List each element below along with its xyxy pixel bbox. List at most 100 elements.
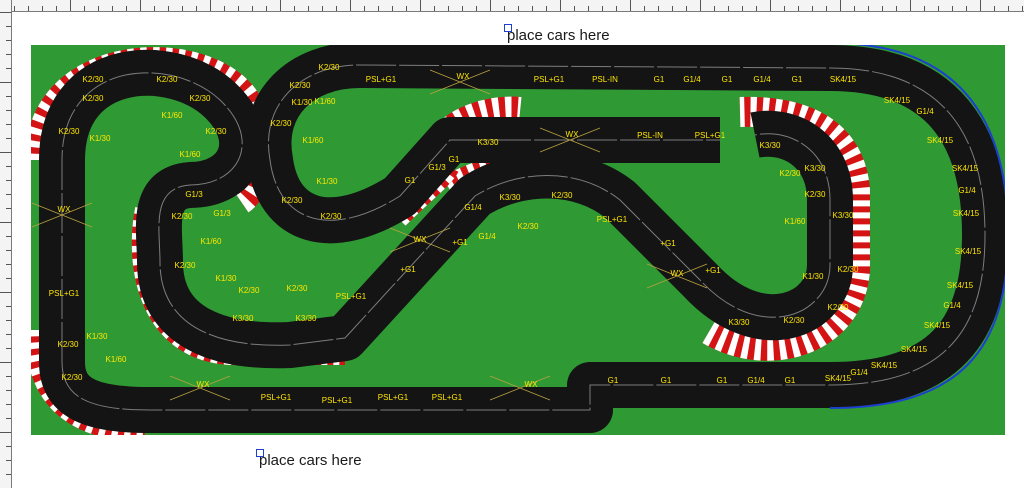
track-piece-label: K3/30 (478, 138, 499, 147)
track-piece-label: WX (414, 235, 428, 244)
track-piece-label: K1/30 (216, 274, 237, 283)
track-piece-label: WX (457, 72, 471, 81)
track-piece-label: +G1 (452, 238, 468, 247)
track-piece-label: SK4/15 (825, 374, 852, 383)
track-piece-label: PSL-IN (592, 75, 618, 84)
track-piece-label: PSL+G1 (432, 393, 463, 402)
track-piece-label: G1 (449, 155, 460, 164)
track-piece-label: SK4/15 (955, 247, 982, 256)
track-piece-label: G1 (717, 376, 728, 385)
track-layout-canvas[interactable]: K2/30 K2/30K2/30 K2/30K2/30K1/60K1/30K1/60… (0, 0, 1024, 488)
track-piece-label: +G1 (705, 266, 721, 275)
track-piece-label: G1 (661, 376, 672, 385)
track-piece-label: K2/30 (321, 212, 342, 221)
track-piece-label: G1/3 (213, 209, 231, 218)
track-piece-label: PSL+G1 (378, 393, 409, 402)
track-piece-label: K2/30 (206, 127, 227, 136)
track-piece-label: PSL+G1 (261, 393, 292, 402)
track-piece-label: K2/30 (805, 190, 826, 199)
bottom-place-cars-label: place cars here (259, 452, 362, 469)
track-piece-label: K1/60 (315, 97, 336, 106)
track-piece-label: G1 (608, 376, 619, 385)
track-piece-label: K3/30 (233, 314, 254, 323)
track-piece-label: G1/4 (943, 301, 961, 310)
track-piece-label: K2/30 (838, 265, 859, 274)
track-piece-label: K2/30 (271, 119, 292, 128)
track-piece-label: K1/30 (90, 134, 111, 143)
track-piece-label: K2/30 (287, 284, 308, 293)
track-piece-label: G1/4 (683, 75, 701, 84)
track-piece-label: G1/4 (464, 203, 482, 212)
track-piece-label: K1/60 (180, 150, 201, 159)
track-piece-label: WX (671, 269, 685, 278)
track-piece-label: PSL+G1 (49, 289, 80, 298)
track-piece-label: PSL-IN (637, 131, 663, 140)
track-piece-label: K1/60 (106, 355, 127, 364)
track-piece-label: K2/30 (190, 94, 211, 103)
track-piece-label: K2/30 (518, 222, 539, 231)
track-piece-label: G1/4 (916, 107, 934, 116)
track-piece-label: G1/3 (428, 163, 446, 172)
track-piece-label: K2/30 (172, 212, 193, 221)
track-piece-label: WX (566, 130, 580, 139)
track-piece-label: K1/60 (162, 111, 183, 120)
track-piece-label: SK4/15 (927, 136, 954, 145)
track-piece-label: K2/30 (83, 75, 104, 84)
track-piece-label: K2/30 (290, 81, 311, 90)
track-piece-label: K2/30 (780, 169, 801, 178)
track-piece-label: PSL+G1 (366, 75, 397, 84)
track-piece-label: K1/30 (803, 272, 824, 281)
track-piece-label: K2/30 (58, 340, 79, 349)
track-piece-label: K2/30 (828, 303, 849, 312)
track-piece-label: G1/4 (958, 186, 976, 195)
track-piece-label: K3/30 (296, 314, 317, 323)
track-piece-label: WX (58, 205, 72, 214)
track-piece-label: G1/4 (850, 368, 868, 377)
track-piece-label: K2/30 (239, 286, 260, 295)
track-piece-label: K2/30 (83, 94, 104, 103)
track-piece-label: G1/4 (753, 75, 771, 84)
track-piece-label: PSL+G1 (597, 215, 628, 224)
track-piece-label: SK4/15 (952, 164, 979, 173)
track-piece-label: K3/30 (805, 164, 826, 173)
track-piece-label: G1 (722, 75, 733, 84)
track-piece-label: K2/30 (319, 63, 340, 72)
track-piece-label: K1/60 (201, 237, 222, 246)
track-piece-label: G1 (654, 75, 665, 84)
track-piece-label: G1/4 (747, 376, 765, 385)
track-piece-label: K1/30 (87, 332, 108, 341)
track-piece-label: WX (525, 380, 539, 389)
track-piece-label: +G1 (660, 239, 676, 248)
track-piece-label: +G1 (400, 265, 416, 274)
track-piece-label: K1/60 (303, 136, 324, 145)
track-piece-label: K2/30 (282, 196, 303, 205)
track-piece-label: WX (197, 380, 211, 389)
track-piece-label: K1/30 (317, 177, 338, 186)
track-piece-label: SK4/15 (924, 321, 951, 330)
track-piece-label: K2/30 (157, 75, 178, 84)
track-piece-label: K1/30 (292, 98, 313, 107)
top-place-cars-label: place cars here (507, 27, 610, 44)
track-piece-label: SK4/15 (830, 75, 857, 84)
track-piece-label: SK4/15 (871, 361, 898, 370)
track-piece-label: K1/60 (785, 217, 806, 226)
track-piece-label: PSL+G1 (336, 292, 367, 301)
track-piece-label: SK4/15 (947, 281, 974, 290)
track-piece-label: K2/30 (552, 191, 573, 200)
track-piece-label: K2/30 (175, 261, 196, 270)
track-piece-label: SK4/15 (953, 209, 980, 218)
track-piece-label: PSL+G1 (695, 131, 726, 140)
track-piece-label: K2/30 (62, 373, 83, 382)
track-piece-label: K3/30 (760, 141, 781, 150)
track-piece-label: G1/4 (478, 232, 496, 241)
track-piece-label: G1 (792, 75, 803, 84)
track-piece-label: K2/30 (784, 316, 805, 325)
track-piece-label: G1/3 (185, 190, 203, 199)
track-piece-label: G1 (785, 376, 796, 385)
track-piece-label: SK4/15 (884, 96, 911, 105)
track-piece-label: K2/30 (59, 127, 80, 136)
track-piece-label: K3/30 (729, 318, 750, 327)
track-piece-label: PSL+G1 (534, 75, 565, 84)
track-piece-label: PSL+G1 (322, 396, 353, 405)
track-piece-label: K3/30 (500, 193, 521, 202)
